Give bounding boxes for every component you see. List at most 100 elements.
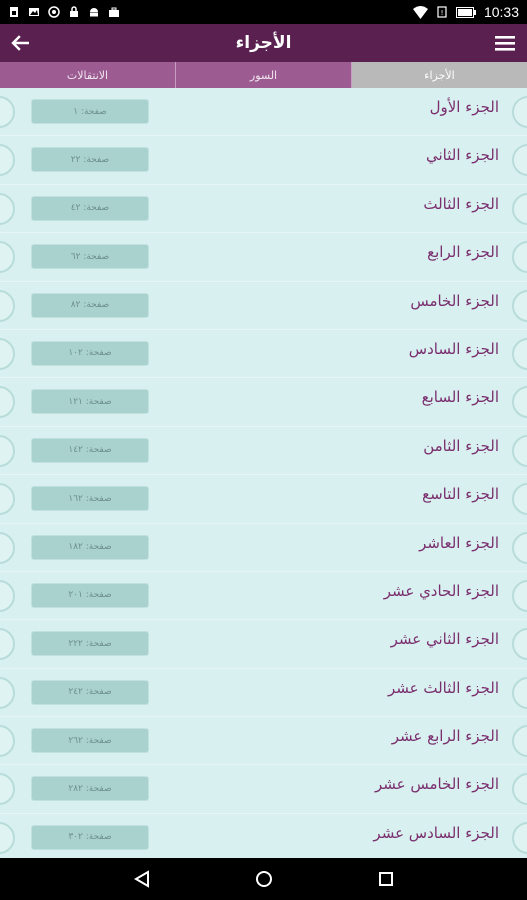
page-number-button[interactable]: صفحة: ١٢١ <box>31 389 149 415</box>
list-item[interactable]: صفحة: ٢٨٢ الجزء الخامس عشر <box>0 765 527 814</box>
list-item[interactable]: صفحة: ٨٢ الجزء الخامس <box>0 282 527 330</box>
list-item[interactable]: صفحة: ١٦٢ الجزء التاسع <box>0 475 527 524</box>
juz-name: الجزء الثاني <box>425 146 499 165</box>
right-circle-icon <box>512 434 527 467</box>
image-icon <box>29 8 39 16</box>
page-number-button[interactable]: صفحة: ١ <box>31 99 149 124</box>
page-number-button[interactable]: صفحة: ٣٠٢ <box>31 824 149 850</box>
page-number-button[interactable]: صفحة: ٢٢ <box>31 147 149 173</box>
list-item[interactable]: صفحة: ١٠٢ الجزء السادس <box>0 330 527 379</box>
system-nav-bar <box>0 858 527 900</box>
right-circle-icon <box>512 725 527 758</box>
page-number-button[interactable]: صفحة: ٦٢ <box>31 244 149 270</box>
juz-list: صفحة: ١ الجزء الأول صفحة: ٢٢ الجزء الثاني صف… <box>0 88 527 858</box>
page-number-button[interactable]: صفحة: ٨٢ <box>31 292 149 318</box>
juz-name: الجزء الرابع عشر <box>391 727 499 746</box>
right-circle-icon <box>512 531 527 564</box>
left-circle-icon <box>0 241 15 274</box>
juz-name: الجزء الثامن <box>423 436 499 455</box>
status-bar: ! 10:33 <box>0 0 527 24</box>
hamburger-menu-icon <box>495 36 515 51</box>
page-number-button[interactable]: صفحة: ١٤٢ <box>31 437 149 463</box>
juz-name: الجزء الأول <box>429 98 499 116</box>
back-button[interactable] <box>4 27 36 59</box>
nav-recents-button[interactable] <box>371 864 401 894</box>
no-sim-icon: ! <box>437 6 447 18</box>
left-circle-icon <box>0 337 15 370</box>
juz-name: الجزء السابع <box>421 388 499 407</box>
arrow-left-icon <box>11 35 29 51</box>
tab-transitions[interactable]: الانتقالات <box>0 62 176 88</box>
left-circle-icon <box>0 483 15 516</box>
nav-recents-icon <box>378 872 393 886</box>
list-item[interactable]: صفحة: ١٨٢ الجزء العاشر <box>0 524 527 572</box>
page-number-button[interactable]: صفحة: ١٠٢ <box>31 340 149 366</box>
juz-name: الجزء الخامس عشر <box>374 775 499 794</box>
status-left-icons <box>8 6 120 18</box>
status-time: 10:33 <box>483 4 519 20</box>
juz-name: الجزء السادس عشر <box>373 823 499 842</box>
page-number-button[interactable]: صفحة: ٢٨٢ <box>31 776 149 802</box>
list-item[interactable]: صفحة: ٢٤٢ الجزء الثالث عشر <box>0 669 527 718</box>
list-item[interactable]: صفحة: ٢٢ الجزء الثاني <box>0 136 527 185</box>
nav-home-button[interactable] <box>249 864 279 894</box>
right-circle-icon <box>512 628 527 661</box>
left-circle-icon <box>0 773 15 806</box>
right-circle-icon <box>512 192 527 225</box>
right-circle-icon <box>512 483 527 516</box>
list-item[interactable]: صفحة: ١٤٢ الجزء الثامن <box>0 427 527 476</box>
wifi-icon <box>412 5 428 19</box>
list-item[interactable]: صفحة: ٦٢ الجزء الرابع <box>0 233 527 282</box>
juz-name: الجزء التاسع <box>422 485 499 504</box>
list-item[interactable]: صفحة: ٢٢٢ الجزء الثاني عشر <box>0 620 527 669</box>
tab-surahs[interactable]: السور <box>176 62 352 88</box>
sim-icon <box>10 7 18 17</box>
left-circle-icon <box>0 386 15 419</box>
menu-button[interactable] <box>489 27 521 59</box>
left-circle-icon <box>0 821 15 854</box>
page-number-button[interactable]: صفحة: ٢٠١ <box>31 582 149 608</box>
page-number-button[interactable]: صفحة: ٢٦٢ <box>31 728 149 754</box>
right-circle-icon <box>512 821 527 854</box>
right-circle-icon <box>512 337 527 370</box>
left-circle-icon <box>0 289 15 322</box>
right-circle-icon <box>512 96 527 128</box>
juz-name: الجزء الثالث <box>423 194 499 213</box>
left-circle-icon <box>0 531 15 564</box>
juz-name: الجزء الرابع <box>427 243 499 262</box>
right-circle-icon <box>512 289 527 322</box>
lock-icon <box>70 6 78 17</box>
briefcase-icon <box>109 7 119 17</box>
list-item[interactable]: صفحة: ٢٦٢ الجزء الرابع عشر <box>0 717 527 766</box>
nav-back-button[interactable] <box>127 864 157 894</box>
nav-back-icon <box>133 870 149 888</box>
left-circle-icon <box>0 725 15 758</box>
list-item[interactable]: صفحة: ٤٢ الجزء الثالث <box>0 185 527 234</box>
svg-text:!: ! <box>441 9 444 17</box>
android-icon <box>90 8 98 17</box>
list-item[interactable]: صفحة: ٣٠٢ الجزء السادس عشر <box>0 814 527 858</box>
juz-name: الجزء الثاني عشر <box>390 630 499 649</box>
tab-bar: الانتقالات السور الأجزاء <box>0 62 527 88</box>
page-number-button[interactable]: صفحة: ١٦٢ <box>31 486 149 512</box>
nav-home-icon <box>255 871 272 887</box>
juz-name: الجزء العاشر <box>419 533 499 552</box>
left-circle-icon <box>0 579 15 612</box>
list-item[interactable]: صفحة: ١٢١ الجزء السابع <box>0 378 527 427</box>
status-right-icons: ! 10:33 <box>412 4 519 20</box>
page-number-button[interactable]: صفحة: ٤٢ <box>31 195 149 221</box>
tab-ajza[interactable]: الأجزاء <box>352 62 527 88</box>
list-item[interactable]: صفحة: ١ الجزء الأول <box>0 88 527 137</box>
left-circle-icon <box>0 144 15 177</box>
right-circle-icon <box>512 676 527 709</box>
right-circle-icon <box>512 144 527 177</box>
page-number-button[interactable]: صفحة: ٢٤٢ <box>31 679 149 705</box>
list-item[interactable]: صفحة: ٢٠١ الجزء الحادي عشر <box>0 572 527 621</box>
left-circle-icon <box>0 434 15 467</box>
page-number-button[interactable]: صفحة: ١٨٢ <box>31 534 149 560</box>
page-number-button[interactable]: صفحة: ٢٢٢ <box>31 631 149 657</box>
juz-name: الجزء السادس <box>408 339 499 358</box>
left-circle-icon <box>0 192 15 225</box>
sync-icon <box>48 6 60 18</box>
battery-icon <box>455 6 476 18</box>
